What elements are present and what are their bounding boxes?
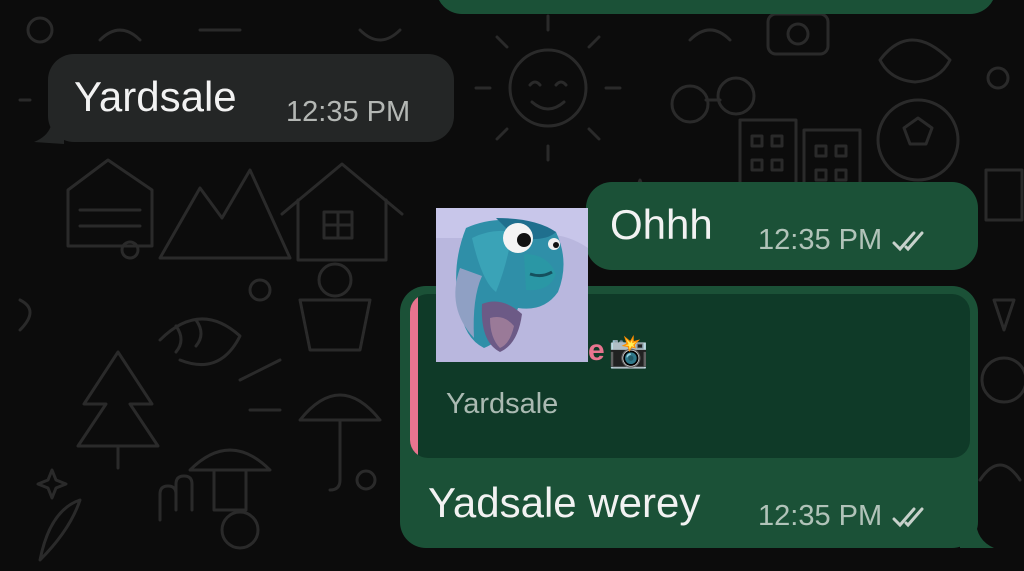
message-text: Ohhh [610, 201, 713, 248]
read-receipt-icon [892, 231, 924, 251]
outgoing-message-bubble[interactable]: Ohhh 12:35 PM [586, 182, 978, 270]
chat-screen: Yardsale 12:35 PM Ohhh 12:35 PM Yadsale … [0, 0, 1024, 571]
message-time: 12:35 PM [758, 502, 930, 531]
message-time: 12:35 PM [758, 226, 930, 255]
outgoing-bubble-tail [960, 520, 994, 548]
quote-accent-bar [410, 294, 418, 458]
message-text: Yardsale [74, 73, 237, 120]
fish-sticker-image[interactable] [436, 208, 588, 362]
incoming-message-bubble[interactable]: Yardsale 12:35 PM [48, 54, 454, 142]
camera-flash-emoji-icon: 📸 [608, 333, 649, 369]
incoming-bubble-tail [34, 114, 64, 144]
quoted-author: e 📸 [588, 333, 649, 369]
quoted-text: Yardsale [446, 388, 559, 420]
previous-outgoing-bubble[interactable] [436, 0, 996, 14]
message-text: Yadsale werey [428, 479, 701, 526]
read-receipt-icon [892, 507, 924, 527]
message-time: 12:35 PM [286, 96, 411, 128]
